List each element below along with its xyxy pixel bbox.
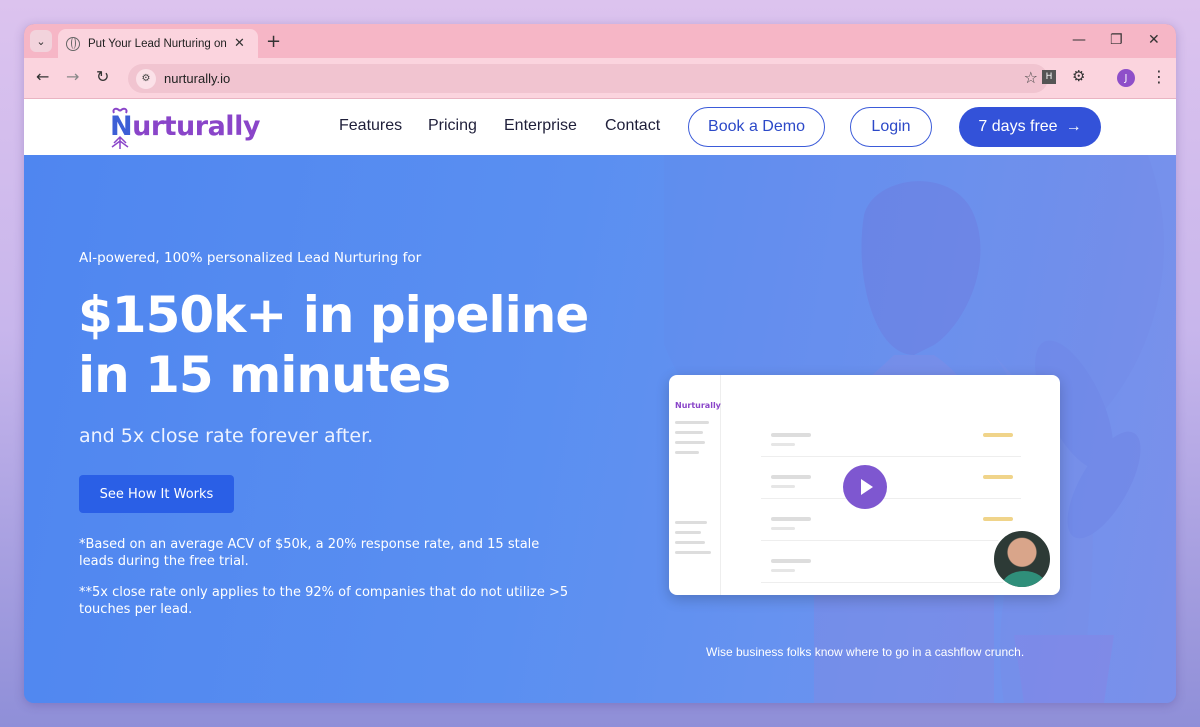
video-app-logo: Nurturally <box>675 401 721 410</box>
arrow-right-icon: → <box>1065 118 1082 135</box>
video-sidebar-line <box>675 431 703 434</box>
site-logo[interactable]: Nurturally <box>106 107 266 151</box>
nav-features[interactable]: Features <box>339 117 402 135</box>
cta-label: See How It Works <box>99 486 214 502</box>
footnote-close-rate: **5x close rate only applies to the 92% … <box>79 585 569 617</box>
book-demo-button[interactable]: Book a Demo <box>688 107 825 147</box>
list-item <box>761 467 1021 499</box>
list-item <box>761 425 1021 457</box>
kebab-icon[interactable]: ⋮ <box>1151 67 1167 86</box>
video-sidebar-line <box>675 521 707 524</box>
video-sidebar-line <box>675 531 701 534</box>
tab-strip: ⌄ Put Your Lead Nurturing on Aut ✕ + — ❐… <box>24 24 1176 58</box>
reload-icon[interactable]: ↻ <box>96 67 109 86</box>
avatar[interactable]: J <box>1117 69 1135 87</box>
globe-icon <box>66 36 80 51</box>
nav-pricing[interactable]: Pricing <box>428 117 477 135</box>
play-icon[interactable] <box>843 465 887 509</box>
list-item <box>761 551 1021 583</box>
chevron-down-icon[interactable]: ⌄ <box>30 30 52 52</box>
video-sidebar-line <box>675 541 705 544</box>
footnote-acv: *Based on an average ACV of $50k, a 20% … <box>79 537 540 569</box>
star-icon[interactable]: ☆ <box>1024 68 1038 87</box>
site-header: Nurturally Features Pricing Enterprise C… <box>24 99 1176 155</box>
nav-enterprise[interactable]: Enterprise <box>504 117 577 135</box>
book-demo-label: Book a Demo <box>708 118 805 135</box>
puzzle-icon[interactable]: ⚙ <box>1072 67 1085 85</box>
headline-line-2: in 15 minutes <box>78 346 451 404</box>
video-sidebar-line <box>675 441 705 444</box>
video-sidebar-line <box>675 451 699 454</box>
restore-icon[interactable]: ❐ <box>1110 32 1123 48</box>
free-trial-label: 7 days free <box>978 118 1058 135</box>
plus-icon[interactable]: + <box>266 31 281 52</box>
list-item <box>761 509 1021 541</box>
headline-line-1: $150k+ in pipeline <box>78 286 589 344</box>
arrow-right-icon[interactable]: → <box>66 67 79 86</box>
login-button[interactable]: Login <box>850 107 932 147</box>
hero-section: AI-powered, 100% personalized Lead Nurtu… <box>24 155 1176 703</box>
tune-icon[interactable]: ⚙ <box>136 68 156 89</box>
tab-title: Put Your Lead Nurturing on Aut <box>88 37 228 50</box>
hero-eyebrow: AI-powered, 100% personalized Lead Nurtu… <box>79 250 422 266</box>
video-sidebar-line <box>675 421 709 424</box>
logo-text: Nurturally <box>110 111 260 142</box>
free-trial-button[interactable]: 7 days free → <box>959 107 1101 147</box>
presenter-avatar <box>992 529 1052 589</box>
hero-headline: $150k+ in pipeline in 15 minutes <box>78 285 589 405</box>
nav-contact[interactable]: Contact <box>605 117 660 135</box>
arrow-left-icon[interactable]: ← <box>36 67 49 86</box>
video-sidebar-line <box>675 551 711 554</box>
login-label: Login <box>871 118 911 135</box>
extension-h-icon[interactable]: H <box>1042 70 1056 84</box>
minimize-icon[interactable]: — <box>1072 32 1086 48</box>
close-window-icon[interactable]: ✕ <box>1148 32 1160 48</box>
browser-toolbar: ← → ↻ ⚙ nurturally.io ☆ H ⚙ J ⋮ <box>24 58 1176 99</box>
video-app-sidebar: Nurturally <box>669 375 721 595</box>
browser-window: ⌄ Put Your Lead Nurturing on Aut ✕ + — ❐… <box>24 24 1176 703</box>
video-caption: Wise business folks know where to go in … <box>706 645 1025 659</box>
hero-subhead: and 5x close rate forever after. <box>79 425 374 447</box>
close-icon[interactable]: ✕ <box>234 36 245 51</box>
address-bar[interactable]: ⚙ nurturally.io ☆ <box>128 64 1048 93</box>
see-how-it-works-button[interactable]: See How It Works <box>79 475 234 513</box>
url-text: nurturally.io <box>164 71 231 86</box>
browser-tab[interactable]: Put Your Lead Nurturing on Aut ✕ <box>58 29 258 58</box>
